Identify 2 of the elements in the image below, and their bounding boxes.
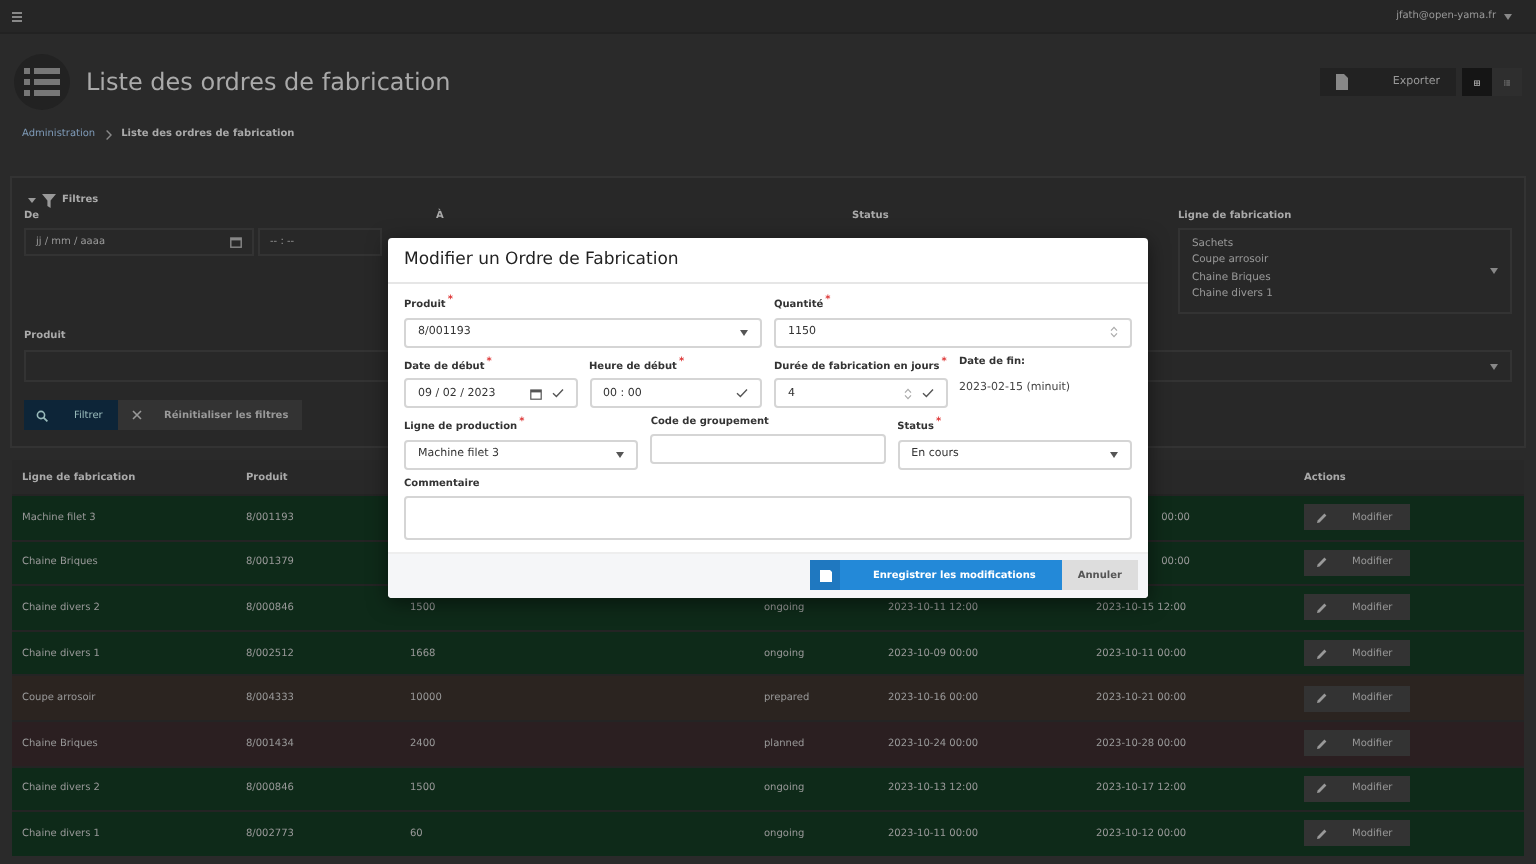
page-title: Liste des ordres de fabrication — [86, 68, 453, 96]
dialog-title: Modifier un Ordre de Fabrication — [404, 250, 679, 270]
